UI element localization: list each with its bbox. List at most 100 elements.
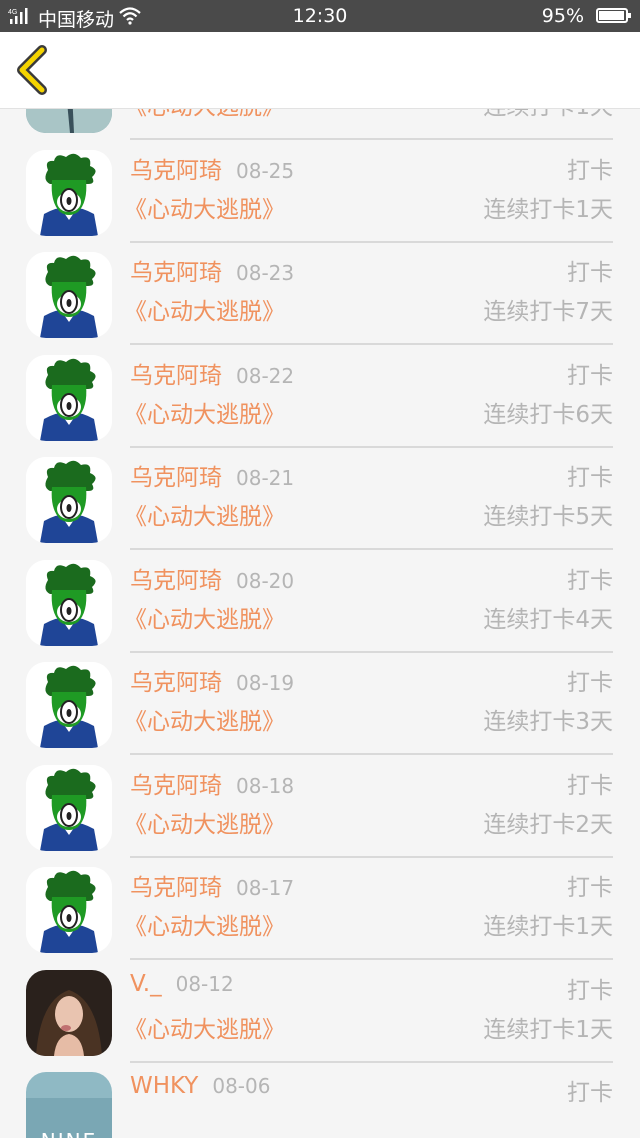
- chevron-left-icon: [17, 45, 47, 95]
- list-item-content: 乌克阿琦 08-22 打卡 《心动大逃脱》 连续打卡6天: [124, 346, 613, 448]
- book-title[interactable]: 《心动大逃脱》: [124, 395, 285, 429]
- user-name[interactable]: 乌克阿琦 08-21: [130, 458, 294, 492]
- streak-label: 连续打卡4天: [483, 606, 613, 633]
- book-title[interactable]: 《心动大逃脱》: [124, 600, 285, 634]
- checkin-date: 08-25: [236, 158, 295, 183]
- user-name-text: 乌克阿琦: [130, 260, 222, 286]
- avatar[interactable]: [26, 354, 112, 441]
- user-name[interactable]: 乌克阿琦 08-17: [130, 868, 294, 902]
- user-name-text: 乌克阿琦: [130, 772, 222, 799]
- book-title[interactable]: 《心动大逃脱》: [124, 907, 285, 941]
- battery-percent: 95%: [541, 5, 584, 27]
- checkin-date: 08-18: [236, 773, 295, 798]
- avatar-text: NINE: [41, 1129, 97, 1138]
- avatar[interactable]: [26, 457, 112, 543]
- user-name[interactable]: 乌克阿琦 08-22: [130, 356, 294, 390]
- checkin-list[interactable]: 《心动大逃脱》 连续打卡1天 乌克阿琦 08-25 打卡 《心动大逃脱》 连续打卡…: [0, 109, 640, 1138]
- list-item-content: 乌克阿琦 08-23 打卡 《心动大逃脱》 连续打卡7天: [124, 243, 613, 345]
- avatar[interactable]: [26, 252, 112, 338]
- checkin-list-inner: 《心动大逃脱》 连续打卡1天 乌克阿琦 08-25 打卡 《心动大逃脱》 连续打卡…: [0, 109, 640, 1138]
- streak-label: 连续打卡2天: [483, 811, 613, 838]
- back-button[interactable]: [10, 44, 58, 96]
- streak-label: 连续打卡1天: [483, 109, 613, 121]
- list-item[interactable]: 乌克阿琦 08-21 打卡 《心动大逃脱》 连续打卡5天: [0, 448, 640, 551]
- list-item[interactable]: 《心动大逃脱》 连续打卡1天: [0, 109, 640, 141]
- list-item[interactable]: 乌克阿琦 08-18 打卡 《心动大逃脱》 连续打卡2天: [0, 756, 640, 859]
- checkin-action-label: 打卡: [567, 260, 613, 286]
- list-item[interactable]: 乌克阿琦 08-17 打卡 《心动大逃脱》 连续打卡1天: [0, 858, 640, 961]
- checkin-date: 08-19: [236, 671, 295, 695]
- checkin-date: 08-17: [236, 876, 295, 900]
- checkin-date: 08-23: [236, 261, 295, 285]
- book-title[interactable]: 《心动大逃脱》: [124, 109, 285, 121]
- book-title[interactable]: 《心动大逃脱》: [124, 702, 285, 736]
- book-title[interactable]: 《心动大逃脱》: [124, 1010, 285, 1044]
- cartoon-avatar-icon: [26, 457, 112, 543]
- list-item[interactable]: NINE WHKY 08-06 打卡: [0, 1063, 640, 1138]
- checkin-date: 08-06: [212, 1074, 271, 1098]
- user-name[interactable]: 乌克阿琦 08-23: [130, 253, 294, 287]
- checkin-date: 08-21: [236, 466, 295, 490]
- nav-bar: [0, 32, 640, 109]
- cartoon-avatar-icon: [26, 354, 112, 441]
- list-item[interactable]: V._ 08-12 打卡 《心动大逃脱》 连续打卡1天: [0, 961, 640, 1064]
- user-name[interactable]: 乌克阿琦 08-19: [130, 663, 294, 697]
- user-name-text: 乌克阿琦: [130, 362, 222, 389]
- user-name[interactable]: 乌克阿琦 08-20: [130, 561, 294, 595]
- cartoon-avatar-icon: [26, 252, 112, 338]
- user-name-text: 乌克阿琦: [130, 157, 222, 184]
- book-title[interactable]: 《心动大逃脱》: [124, 292, 285, 326]
- streak-label: 连续打卡1天: [483, 914, 613, 940]
- list-item-content: 乌克阿琦 08-18 打卡 《心动大逃脱》 连续打卡2天: [124, 756, 613, 858]
- profile-photo-icon: [26, 109, 112, 133]
- list-item-content: 乌克阿琦 08-25 打卡 《心动大逃脱》 连续打卡1天: [124, 141, 613, 243]
- cartoon-avatar-icon: [26, 559, 112, 646]
- checkin-action-label: 打卡: [567, 465, 613, 491]
- checkin-action-label: 打卡: [567, 977, 613, 1004]
- list-item[interactable]: 乌克阿琦 08-25 打卡 《心动大逃脱》 连续打卡1天: [0, 141, 640, 244]
- cartoon-avatar-icon: [26, 867, 112, 953]
- list-item-content: V._ 08-12 打卡 《心动大逃脱》 连续打卡1天: [124, 961, 613, 1063]
- book-title[interactable]: 《心动大逃脱》: [124, 805, 285, 839]
- checkin-date: 08-20: [236, 568, 295, 593]
- book-title[interactable]: 《心动大逃脱》: [124, 190, 285, 224]
- avatar[interactable]: [26, 559, 112, 646]
- checkin-action-label: 打卡: [567, 875, 613, 901]
- list-item-content: WHKY 08-06 打卡: [130, 1063, 613, 1138]
- profile-photo-icon: NINE: [26, 1072, 112, 1138]
- checkin-action-label: 打卡: [567, 670, 613, 696]
- avatar[interactable]: NINE: [26, 1072, 112, 1138]
- list-item[interactable]: 乌克阿琦 08-23 打卡 《心动大逃脱》 连续打卡7天: [0, 243, 640, 346]
- user-name-text: 乌克阿琦: [130, 670, 222, 696]
- user-name-text: 乌克阿琦: [130, 465, 222, 491]
- book-title[interactable]: 《心动大逃脱》: [124, 497, 285, 531]
- list-item[interactable]: 乌克阿琦 08-19 打卡 《心动大逃脱》 连续打卡3天: [0, 653, 640, 756]
- profile-photo-icon: [26, 969, 112, 1056]
- user-name-text: V._: [130, 970, 162, 997]
- avatar[interactable]: [26, 764, 112, 851]
- user-name[interactable]: 乌克阿琦 08-25: [130, 151, 294, 185]
- avatar[interactable]: [26, 969, 112, 1056]
- avatar[interactable]: [26, 109, 112, 133]
- user-name[interactable]: V._ 08-12: [130, 971, 234, 997]
- list-item-content: 乌克阿琦 08-17 打卡 《心动大逃脱》 连续打卡1天: [124, 858, 613, 960]
- checkin-action-label: 打卡: [567, 157, 613, 184]
- avatar[interactable]: [26, 662, 112, 748]
- checkin-action-label: 打卡: [567, 1080, 613, 1106]
- user-name[interactable]: WHKY 08-06: [130, 1073, 270, 1099]
- list-item[interactable]: 乌克阿琦 08-20 打卡 《心动大逃脱》 连续打卡4天: [0, 551, 640, 654]
- status-bar: 4G 中国移动 12:30 95%: [0, 0, 640, 32]
- cartoon-avatar-icon: [26, 764, 112, 851]
- list-item-content: 乌克阿琦 08-21 打卡 《心动大逃脱》 连续打卡5天: [124, 448, 613, 550]
- streak-label: 连续打卡7天: [483, 299, 613, 325]
- avatar[interactable]: [26, 149, 112, 236]
- list-item-content: 乌克阿琦 08-19 打卡 《心动大逃脱》 连续打卡3天: [124, 653, 613, 755]
- user-name-text: WHKY: [130, 1073, 199, 1099]
- user-name[interactable]: 乌克阿琦 08-18: [130, 766, 294, 800]
- checkin-action-label: 打卡: [567, 362, 613, 389]
- battery-icon: [596, 8, 631, 23]
- avatar[interactable]: [26, 867, 112, 953]
- list-item[interactable]: 乌克阿琦 08-22 打卡 《心动大逃脱》 连续打卡6天: [0, 346, 640, 449]
- user-name-text: 乌克阿琦: [130, 567, 222, 594]
- battery-level-fill: [599, 11, 624, 20]
